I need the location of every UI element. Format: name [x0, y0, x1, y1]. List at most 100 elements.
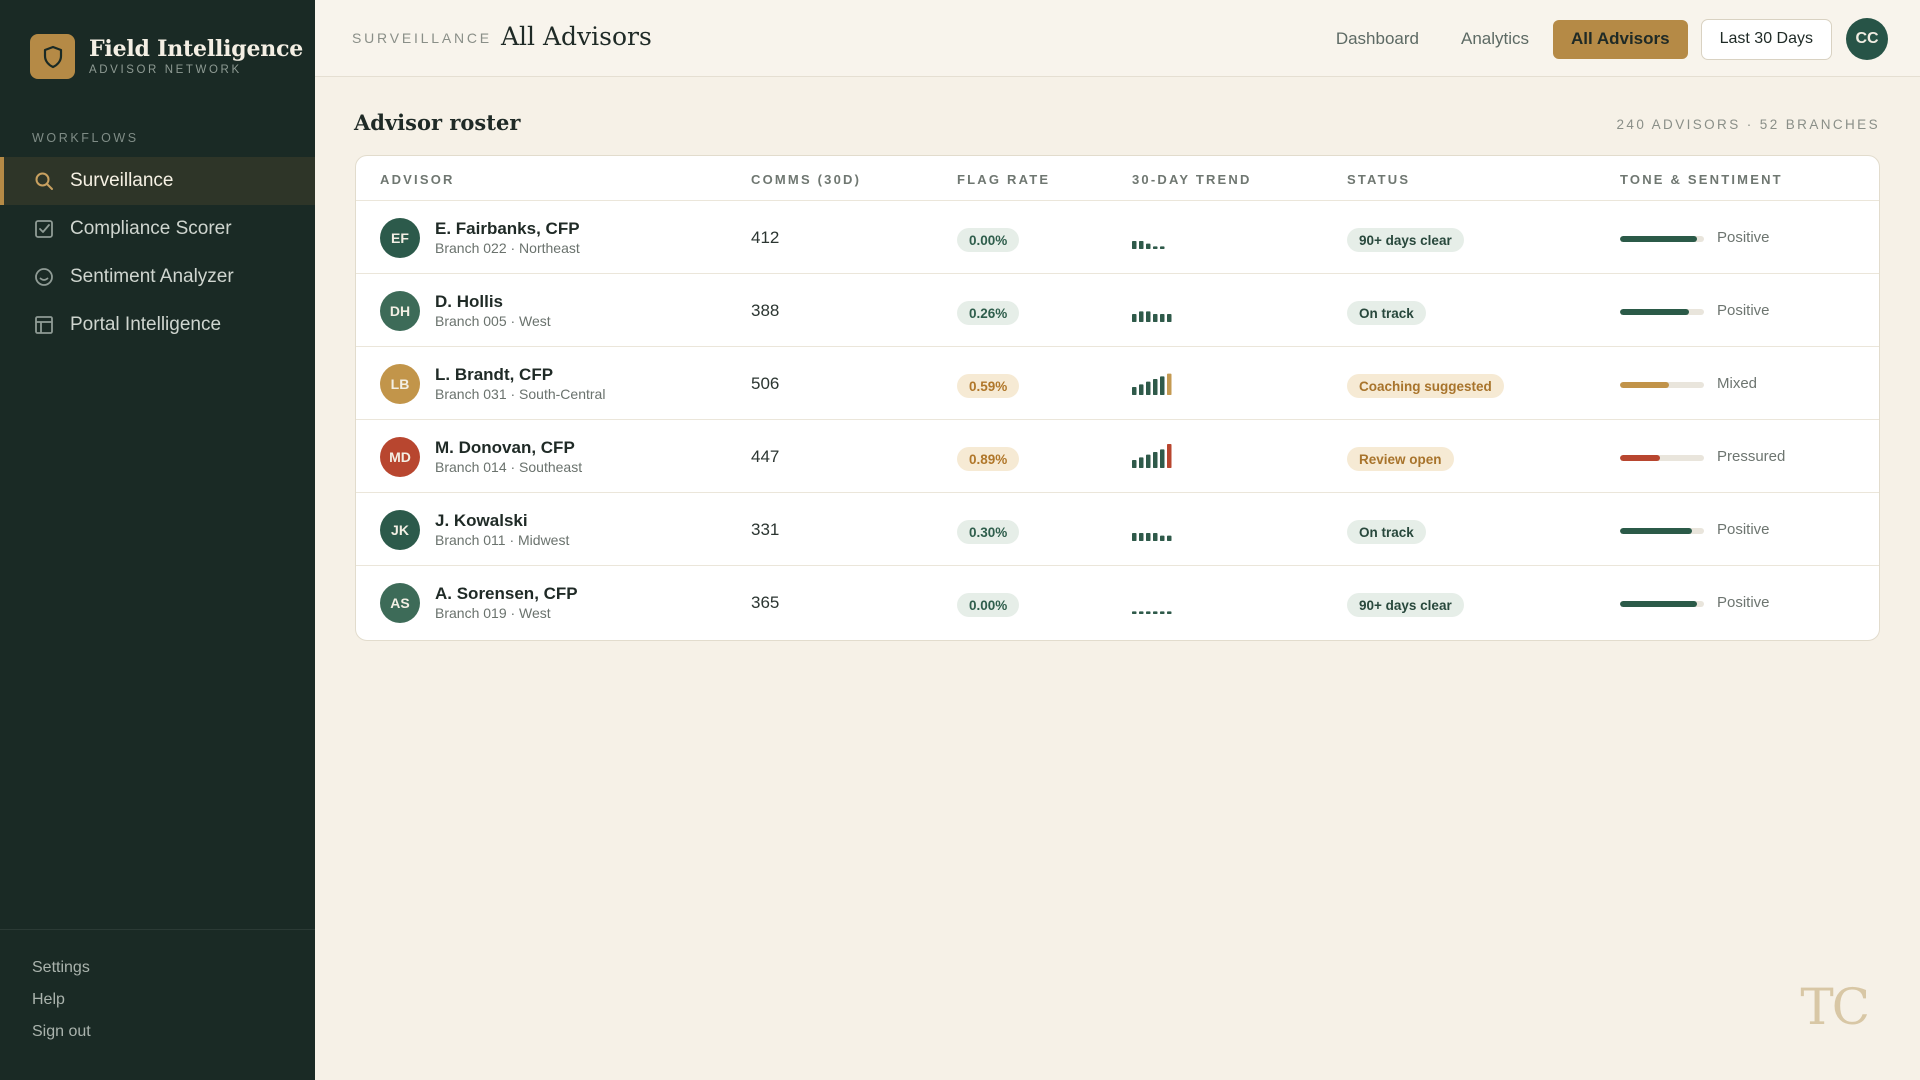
trend-bar: [1146, 381, 1151, 395]
sentiment-label: Mixed: [1717, 375, 1758, 392]
sentiment-bar-fill: [1620, 528, 1693, 534]
comms-count: 412: [751, 228, 780, 247]
search-icon: [33, 170, 55, 192]
smile-icon: [33, 266, 55, 288]
advisor-branch: Branch 022 · Northeast: [435, 240, 580, 256]
trend-bar: [1153, 314, 1158, 322]
advisor-name[interactable]: M. Donovan, CFP: [435, 438, 575, 458]
sidebar-item-label: Portal Intelligence: [70, 314, 222, 335]
advisor-name[interactable]: D. Hollis: [435, 292, 503, 312]
col-advisor[interactable]: ADVISOR: [380, 172, 455, 187]
comms-count: 506: [751, 374, 780, 393]
avatar: AS: [380, 583, 420, 623]
advisor-branch: Branch 011 · Midwest: [435, 532, 570, 548]
avatar: LB: [380, 364, 420, 404]
col-flag-rate[interactable]: FLAG RATE: [957, 172, 1050, 187]
trend-bar: [1146, 533, 1151, 541]
trend-bar: [1153, 533, 1158, 541]
nav-dashboard-link[interactable]: Dashboard: [1336, 29, 1419, 49]
trend-bar: [1160, 449, 1165, 468]
trend-bar: [1146, 611, 1151, 614]
comms-count: 331: [751, 520, 780, 539]
sentiment-bar: [1620, 382, 1704, 388]
sentiment-label: Positive: [1717, 521, 1770, 538]
user-avatar[interactable]: CC: [1846, 18, 1888, 60]
workflows-label: WORKFLOWS: [32, 131, 139, 145]
trend-bar: [1132, 533, 1137, 541]
trend-bar: [1160, 246, 1165, 249]
trend-bar: [1160, 611, 1165, 614]
advisor-branch: Branch 031 · South-Central: [435, 386, 606, 402]
col-trend[interactable]: 30-DAY TREND: [1132, 172, 1252, 187]
sign-out-link[interactable]: Sign out: [32, 1022, 91, 1054]
trend-bar: [1146, 311, 1151, 322]
settings-link[interactable]: Settings: [32, 958, 91, 990]
trend-bar: [1132, 241, 1137, 249]
layout-icon: [33, 314, 55, 336]
sidebar-item-portal-intelligence[interactable]: Portal Intelligence: [0, 301, 315, 349]
trend-sparkbars: [1132, 611, 1172, 614]
breadcrumb[interactable]: SURVEILLANCE: [352, 30, 492, 46]
trend-bar: [1153, 611, 1158, 614]
trend-sparkbars: [1132, 241, 1165, 249]
trend-bar: [1160, 535, 1165, 541]
table-row[interactable]: AS A. Sorensen, CFP Branch 019 · West 365 0.…: [356, 566, 1879, 639]
advisor-branch: Branch 014 · Southeast: [435, 459, 583, 475]
sentiment-bar-fill: [1620, 236, 1698, 242]
col-tone[interactable]: TONE & SENTIMENT: [1620, 172, 1783, 187]
trend-bar: [1146, 454, 1151, 468]
brand[interactable]: Field Intelligence ADVISOR NETWORK: [30, 34, 303, 79]
advisor-name[interactable]: A. Sorensen, CFP: [435, 584, 578, 604]
flag-rate-badge: 0.26%: [957, 301, 1020, 325]
sentiment-bar: [1620, 309, 1704, 315]
sentiment-bar-fill: [1620, 382, 1669, 388]
sentiment-label: Positive: [1717, 229, 1770, 246]
sidebar: Field Intelligence ADVISOR NETWORK WORKF…: [0, 0, 315, 1080]
advisor-branch: Branch 019 · West: [435, 605, 551, 621]
avatar: JK: [380, 510, 420, 550]
sentiment-bar: [1620, 528, 1704, 534]
trend-sparkbars: [1132, 373, 1172, 395]
date-range-button[interactable]: Last 30 Days: [1700, 18, 1832, 60]
col-comms[interactable]: COMMS (30D): [751, 172, 861, 187]
table-row[interactable]: LB L. Brandt, CFP Branch 031 · South-Centr…: [356, 347, 1879, 420]
trend-bar: [1153, 246, 1158, 249]
flag-rate-badge: 0.89%: [957, 447, 1020, 471]
trend-bar: [1167, 314, 1172, 322]
trend-bar: [1160, 314, 1165, 322]
table-body: EF E. Fairbanks, CFP Branch 022 · Northeas…: [356, 201, 1879, 639]
all-advisors-button[interactable]: All Advisors: [1553, 19, 1688, 59]
sidebar-item-sentiment-analyzer[interactable]: Sentiment Analyzer: [0, 253, 315, 301]
sentiment-bar: [1620, 455, 1704, 461]
nav-analytics-link[interactable]: Analytics: [1461, 29, 1529, 49]
page-title: All Advisors: [501, 22, 652, 51]
avatar: DH: [380, 291, 420, 331]
sentiment-label: Positive: [1717, 302, 1770, 319]
advisor-name[interactable]: J. Kowalski: [435, 511, 528, 531]
advisor-name[interactable]: E. Fairbanks, CFP: [435, 219, 580, 239]
comms-count: 388: [751, 301, 780, 320]
watermark-logo: TC: [1800, 978, 1870, 1036]
help-link[interactable]: Help: [32, 990, 91, 1022]
table-row[interactable]: DH D. Hollis Branch 005 · West 388 0.26% On t…: [356, 274, 1879, 347]
sidebar-item-compliance-scorer[interactable]: Compliance Scorer: [0, 205, 315, 253]
sentiment-bar: [1620, 236, 1704, 242]
table-row[interactable]: JK J. Kowalski Branch 011 · Midwest 331 0.30…: [356, 493, 1879, 566]
brand-subtitle: ADVISOR NETWORK: [89, 64, 242, 76]
sidebar-item-surveillance[interactable]: Surveillance: [0, 157, 315, 205]
sidebar-nav: Surveillance Compliance Scorer Sentiment…: [0, 157, 315, 349]
trend-bar: [1132, 611, 1137, 614]
top-bar: SURVEILLANCE All Advisors Dashboard Anal…: [315, 0, 1920, 77]
advisor-name[interactable]: L. Brandt, CFP: [435, 365, 553, 385]
trend-bar: [1132, 460, 1137, 468]
sentiment-bar-fill: [1620, 601, 1698, 607]
trend-bar: [1167, 444, 1172, 468]
status-badge: On track: [1347, 520, 1426, 544]
col-status[interactable]: STATUS: [1347, 172, 1410, 187]
advisor-table: ADVISOR COMMS (30D) FLAG RATE 30-DAY TRE…: [355, 155, 1880, 641]
sidebar-item-label: Surveillance: [70, 170, 174, 191]
table-row[interactable]: MD M. Donovan, CFP Branch 014 · Southeast 4…: [356, 420, 1879, 493]
sidebar-item-label: Compliance Scorer: [70, 218, 232, 239]
flag-rate-badge: 0.30%: [957, 520, 1020, 544]
table-row[interactable]: EF E. Fairbanks, CFP Branch 022 · Northeas…: [356, 201, 1879, 274]
